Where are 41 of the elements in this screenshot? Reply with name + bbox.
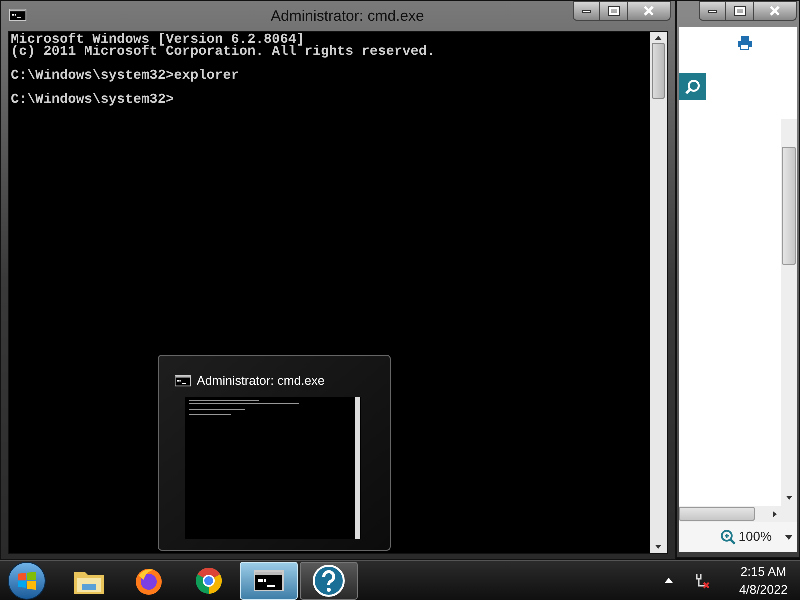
show-hidden-icons-icon[interactable] bbox=[665, 578, 674, 583]
chrome-icon bbox=[194, 566, 224, 596]
caret-icon[interactable] bbox=[785, 534, 793, 540]
close-button[interactable] bbox=[753, 1, 797, 21]
clock-time[interactable]: 2:15 AM bbox=[740, 562, 787, 580]
scroll-right-icon[interactable] bbox=[773, 510, 777, 518]
console-icon bbox=[254, 570, 284, 592]
console-line: C:\Windows\system32> bbox=[11, 95, 176, 107]
search-button[interactable] bbox=[679, 73, 706, 100]
console-icon bbox=[175, 375, 191, 388]
scrollbar[interactable] bbox=[781, 147, 797, 506]
scroll-down-icon[interactable] bbox=[786, 496, 792, 500]
zoom-in-icon[interactable] bbox=[720, 530, 736, 544]
console-icon bbox=[9, 9, 27, 21]
clock-date[interactable]: 4/8/2022 bbox=[739, 580, 788, 598]
scrollbar[interactable] bbox=[781, 119, 797, 147]
preview-title: Administrator: cmd.exe bbox=[197, 373, 325, 390]
horizontal-scrollbar[interactable] bbox=[679, 506, 797, 522]
maximize-button[interactable] bbox=[726, 1, 753, 21]
scroll-down-icon[interactable] bbox=[655, 545, 662, 549]
scrollbar[interactable] bbox=[650, 32, 667, 553]
close-button[interactable] bbox=[627, 1, 671, 21]
windows-logo-icon bbox=[17, 570, 37, 590]
close-icon bbox=[770, 6, 780, 16]
console-line: C:\Windows\system32>explorer bbox=[11, 71, 240, 83]
scroll-thumb[interactable] bbox=[652, 43, 665, 99]
printer-icon[interactable] bbox=[737, 35, 753, 51]
scroll-up-icon[interactable] bbox=[655, 36, 662, 40]
minimize-button[interactable] bbox=[699, 1, 726, 21]
console-line: (c) 2011 Microsoft Corporation. All rights reserved. bbox=[11, 47, 436, 59]
scroll-thumb[interactable] bbox=[679, 507, 755, 521]
zoom-level: 100% bbox=[738, 528, 772, 546]
window-title: Administrator: cmd.exe bbox=[271, 7, 424, 27]
close-icon bbox=[644, 6, 654, 16]
maximize-button[interactable] bbox=[600, 1, 627, 21]
scroll-thumb[interactable] bbox=[782, 147, 796, 265]
minimize-button[interactable] bbox=[573, 1, 600, 21]
taskbar-button[interactable] bbox=[300, 562, 358, 600]
start-button[interactable] bbox=[8, 562, 46, 600]
help-icon bbox=[313, 564, 345, 596]
search-icon bbox=[684, 78, 700, 94]
